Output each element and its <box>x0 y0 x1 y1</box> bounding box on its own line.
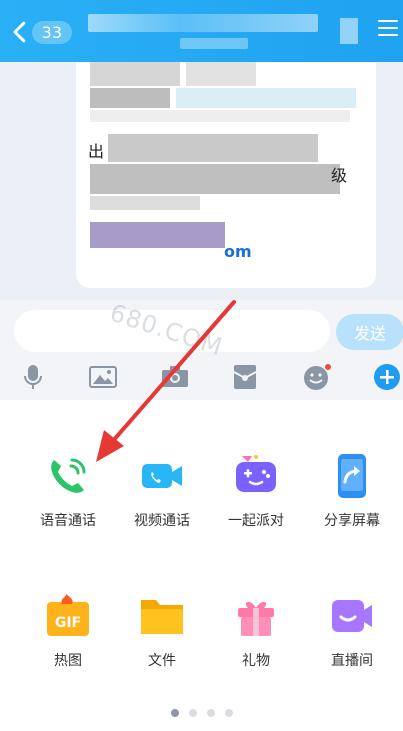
red-packet-icon[interactable] <box>228 362 262 392</box>
live-room-button[interactable]: 直播间 <box>304 592 400 670</box>
svg-text:GIF: GIF <box>55 615 81 631</box>
input-toolbar <box>0 358 403 400</box>
video-call-label: 视频通话 <box>134 513 190 529</box>
message-link-fragment[interactable]: om <box>224 242 252 261</box>
live-room-icon <box>328 592 376 640</box>
redacted-link <box>90 222 225 248</box>
share-screen-icon <box>328 452 376 500</box>
redacted-link <box>176 88 356 108</box>
share-screen-label: 分享屏幕 <box>324 513 380 529</box>
chat-subtitle-redacted <box>180 38 248 49</box>
page-indicator <box>0 709 403 717</box>
gift-button[interactable]: 礼物 <box>208 592 304 670</box>
file-label: 文件 <box>148 653 176 669</box>
redacted-text <box>90 196 200 210</box>
header-icon-redacted <box>340 18 358 44</box>
party-button[interactable]: 一起派对 <box>208 452 304 530</box>
unread-count-badge: 33 <box>31 20 72 44</box>
plus-icon[interactable] <box>370 362 403 392</box>
gift-label: 礼物 <box>242 653 270 669</box>
gif-button[interactable]: GIF 热图 <box>20 592 116 670</box>
send-button[interactable]: 发送 <box>336 314 403 350</box>
emoji-icon[interactable] <box>300 362 334 392</box>
party-game-icon <box>232 452 280 500</box>
image-icon[interactable] <box>86 362 120 392</box>
message-text-fragment: 出 <box>88 142 105 161</box>
redacted-text <box>90 62 180 86</box>
back-button[interactable]: 33 <box>12 18 72 46</box>
gift-icon <box>232 592 280 640</box>
microphone-icon[interactable] <box>16 362 50 392</box>
chat-header: 33 <box>0 0 403 62</box>
file-button[interactable]: 文件 <box>114 592 210 670</box>
redacted-text <box>186 62 256 86</box>
voice-call-label: 语音通话 <box>40 513 96 529</box>
redacted-text <box>90 164 340 194</box>
page-dot-1[interactable] <box>170 709 179 717</box>
live-room-label: 直播间 <box>331 653 373 669</box>
page-dot-3[interactable] <box>206 709 215 717</box>
video-camera-icon <box>138 452 186 500</box>
share-screen-button[interactable]: 分享屏幕 <box>304 452 400 530</box>
gif-label: 热图 <box>54 653 82 669</box>
camera-icon[interactable] <box>158 362 192 392</box>
message-text-fragment: 级 <box>331 166 348 185</box>
menu-icon[interactable] <box>378 20 398 38</box>
message-bubble: 出 级 om <box>76 62 376 288</box>
party-label: 一起派对 <box>228 513 284 529</box>
page-dot-2[interactable] <box>188 709 197 717</box>
gif-icon: GIF <box>44 592 92 640</box>
chevron-left-icon <box>13 21 26 43</box>
voice-call-button[interactable]: 语音通话 <box>20 452 116 530</box>
redacted-text <box>90 110 350 122</box>
redacted-text <box>108 134 318 162</box>
phone-icon <box>44 452 92 500</box>
folder-icon <box>138 592 186 640</box>
message-list: 出 级 om <box>0 62 403 300</box>
page-dot-4[interactable] <box>224 709 233 717</box>
redacted-text <box>90 88 170 108</box>
video-call-button[interactable]: 视频通话 <box>114 452 210 530</box>
feature-panel <box>0 400 403 731</box>
chat-title-redacted <box>88 14 318 32</box>
